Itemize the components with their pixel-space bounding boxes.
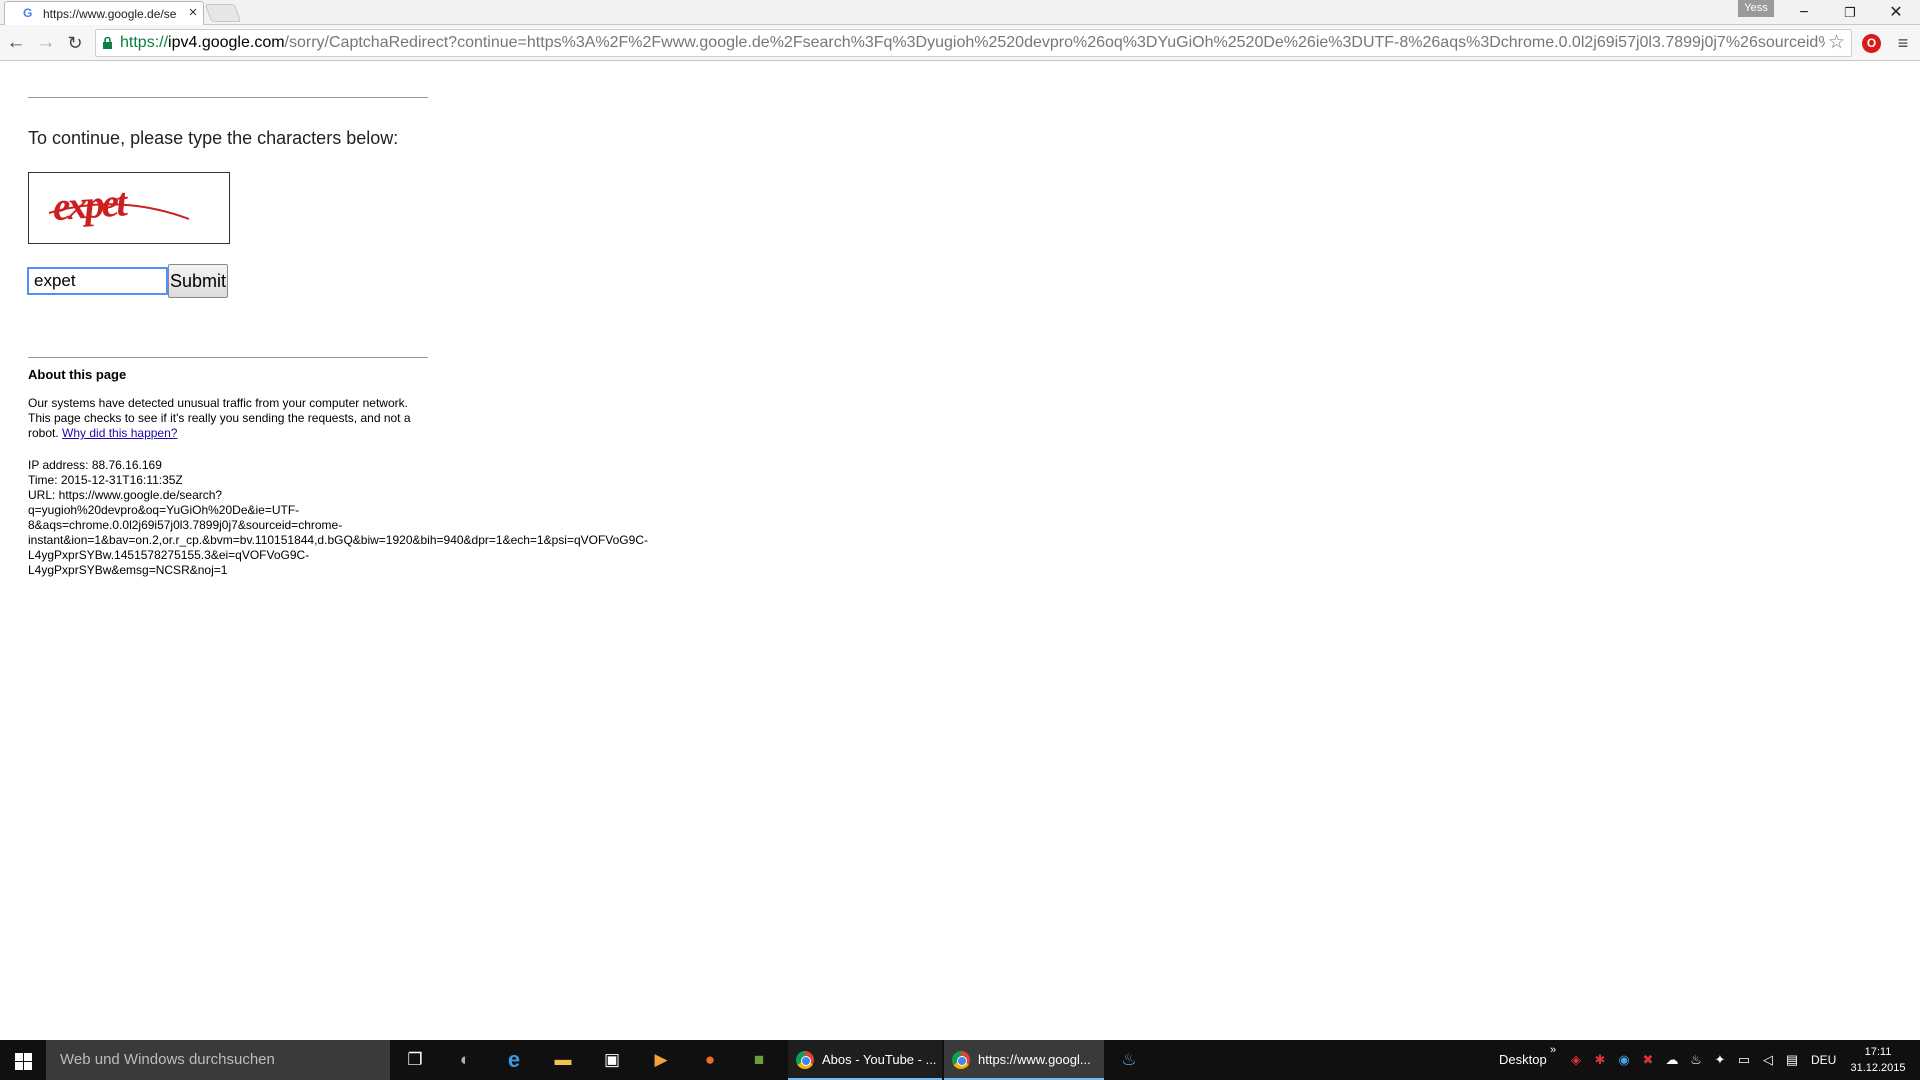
close-window-button[interactable]: ✕ [1873,0,1919,25]
shield-icon[interactable]: ✦ [1712,1052,1728,1068]
minimize-button[interactable]: − [1781,0,1827,25]
address-bar[interactable]: https://ipv4.google.com/sorry/CaptchaRed… [95,29,1852,57]
windows-logo-icon [15,1053,23,1061]
captcha-graphic: expet [48,179,190,229]
tab-active[interactable]: G https://www.google.de/se × [4,1,204,25]
divider-middle [28,357,428,358]
antivirus-tray-icon[interactable]: ◈ [1568,1052,1584,1068]
url-host: ipv4.google.com [168,34,285,51]
chevron-icon[interactable]: » [1550,1044,1556,1056]
input-language[interactable]: DEU [1811,1040,1836,1080]
url-line: 8&aqs=chrome.0.0l2j69i57j0l3.7899j0j7&so… [28,518,343,532]
bookmark-star-icon[interactable]: ☆ [1828,30,1845,56]
submit-button[interactable]: Submit [168,264,228,298]
url-line: instant&ion=1&bav=on.2,or.r_cp.&bvm=bv.1… [28,533,648,547]
onedrive-icon[interactable]: ☁ [1664,1052,1680,1068]
task-label: Abos - YouTube - ... [822,1052,937,1067]
chrome-icon [796,1051,814,1069]
tab-title: https://www.google.de/se [43,7,177,21]
tray-icon[interactable]: ✱ [1592,1052,1608,1068]
lock-icon [103,36,112,49]
captcha-prompt: To continue, please type the characters … [28,128,399,148]
forward-arrow-icon[interactable]: → [34,31,58,55]
desktop-toolbar-label[interactable]: Desktop [1499,1040,1547,1080]
file-explorer-icon[interactable]: ▬ [551,1048,575,1072]
task-label: https://www.googl... [978,1052,1091,1067]
tray-icon[interactable]: ✖ [1640,1052,1656,1068]
captcha-input[interactable] [27,267,168,295]
restore-button[interactable]: ❐ [1827,0,1873,25]
new-tab-button[interactable] [204,4,242,22]
task-view-icon[interactable]: ❐ [403,1048,427,1072]
page-content: To continue, please type the characters … [0,62,1920,1040]
url-line: L4ygPxprSYBw.1451578275155.3&ei=qVOFVoG9… [28,548,310,562]
network-icon[interactable]: ▭ [1736,1052,1752,1068]
chrome-icon [952,1051,970,1069]
url-scheme: https:// [120,34,169,51]
tab-close-icon[interactable]: × [186,5,200,21]
media-player-icon[interactable]: ▶ [649,1048,673,1072]
windows-start-button[interactable] [0,1040,46,1080]
divider-top [28,97,428,98]
firefox-icon[interactable]: ● [698,1048,722,1072]
steam-icon[interactable]: ♨ [1117,1048,1141,1072]
url-path: /sorry/CaptchaRedirect?continue=https%3A… [284,34,1825,51]
why-link[interactable]: Why did this happen? [62,426,177,440]
network-globe-icon[interactable]: ◉ [1616,1052,1632,1068]
captcha-image: expet [28,172,230,244]
back-arrow-icon[interactable]: ← [4,31,28,55]
clock-time: 17:11 [1864,1046,1892,1058]
volume-icon[interactable]: ◁ [1760,1052,1776,1068]
opera-extension-icon[interactable]: O [1862,34,1881,53]
url-text: https://ipv4.google.com/sorry/CaptchaRed… [120,30,1825,56]
timestamp: Time: 2015-12-31T16:11:35Z [28,473,183,487]
notifications-icon[interactable]: ▤ [1784,1052,1800,1068]
ip-address: IP address: 88.76.16.169 [28,458,162,472]
about-text: Our systems have detected unusual traffi… [28,396,428,441]
store-icon[interactable]: ▣ [600,1048,624,1072]
google-favicon-icon: G [23,6,33,20]
steam-tray-icon[interactable]: ♨ [1688,1052,1704,1068]
taskbar-search-input[interactable]: Web und Windows durchsuchen [46,1040,390,1080]
taskbar: Web und Windows durchsuchen ❐ ◐ e ▬ ▣ ▶ … [0,1040,1920,1080]
url-label: URL: https://www.google.de/search? [28,488,223,502]
clock[interactable]: 17:11 31.12.2015 [1843,1044,1913,1076]
about-title: About this page [28,367,127,382]
minecraft-icon[interactable]: ■ [747,1048,771,1072]
url-line: L4ygPxprSYBw&emsg=NCSR&noj=1 [28,563,228,577]
browser-toolbar: ← → ↻ https://ipv4.google.com/sorry/Capt… [0,25,1920,61]
profile-badge[interactable]: Yess [1738,0,1774,17]
taskbar-task-youtube[interactable]: Abos - YouTube - ... [788,1040,942,1080]
tidal-app-icon[interactable]: ◐ [453,1048,477,1072]
reload-icon[interactable]: ↻ [63,31,87,55]
menu-icon[interactable]: ≡ [1892,31,1914,55]
edge-icon[interactable]: e [502,1048,526,1072]
browser-titlebar: G https://www.google.de/se × Yess − ❐ ✕ [0,0,1920,25]
clock-date: 31.12.2015 [1850,1062,1906,1074]
taskbar-task-google[interactable]: https://www.googl... [944,1040,1104,1080]
url-line: q=yugioh%20devpro&oq=YuGiOh%20De&ie=UTF- [28,503,300,517]
